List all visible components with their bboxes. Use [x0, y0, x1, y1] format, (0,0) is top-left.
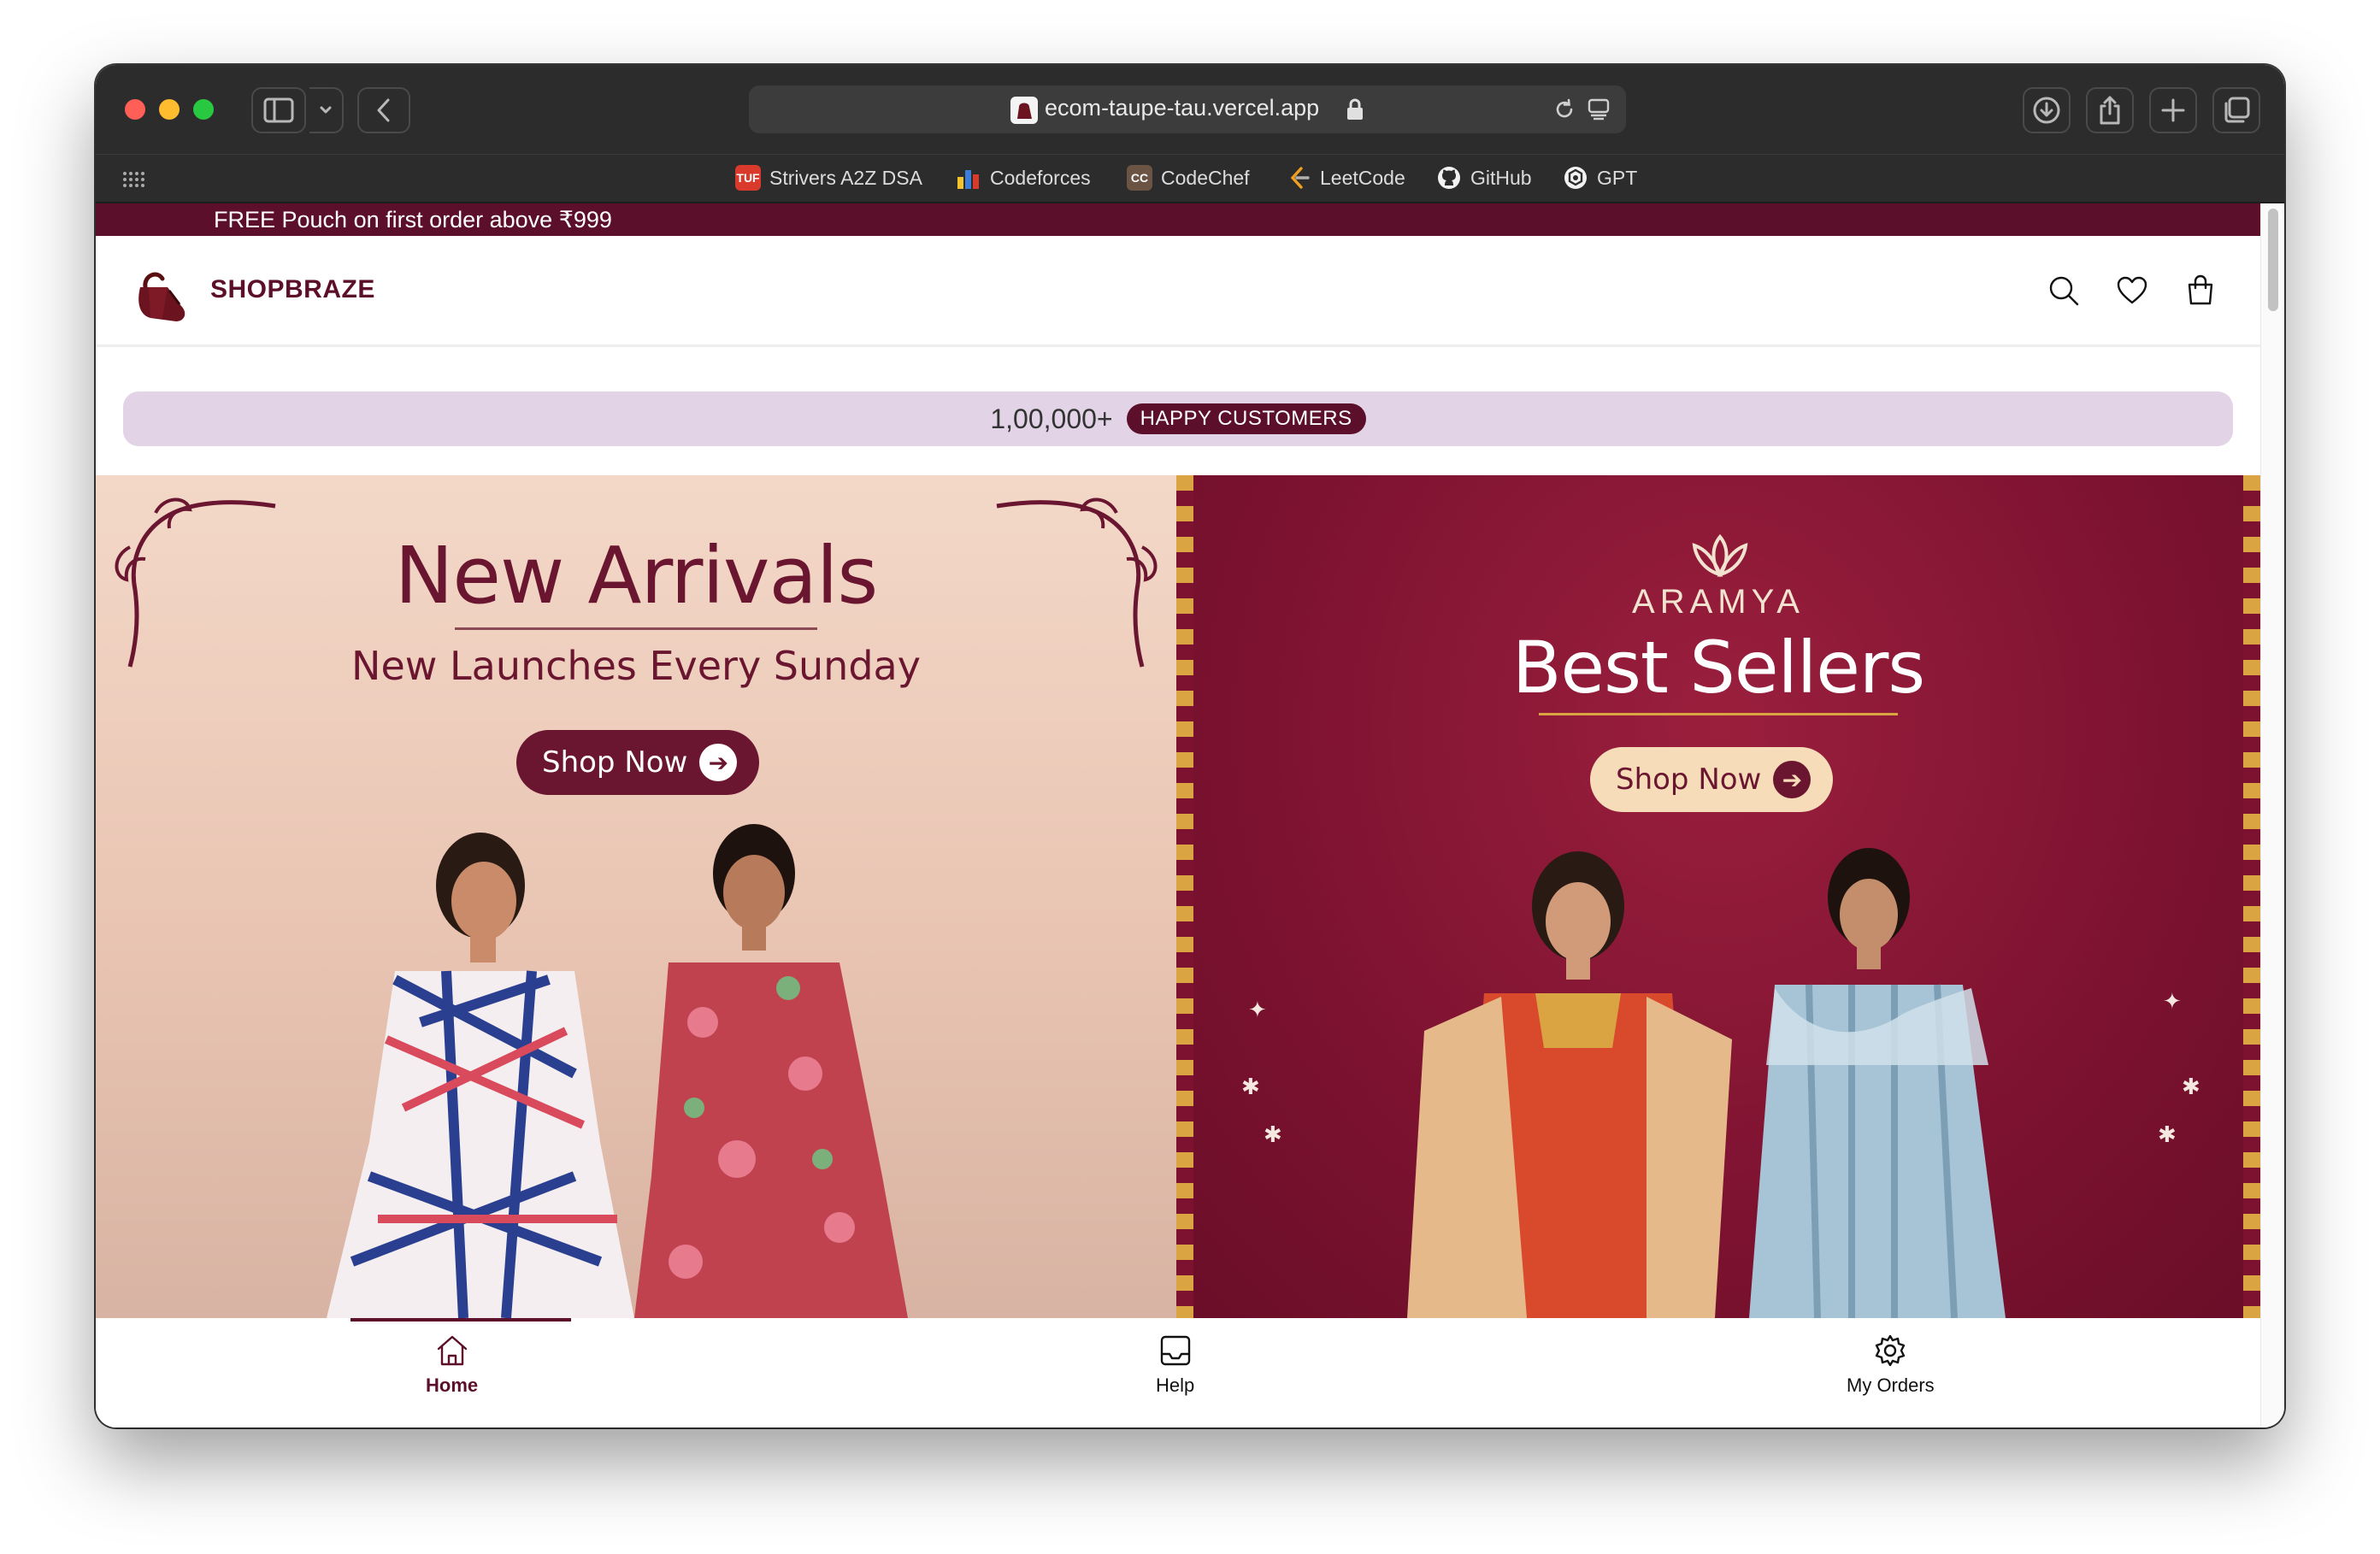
codeforces-icon — [957, 170, 979, 189]
banner-title: New Arrivals — [394, 530, 879, 621]
share-icon — [2100, 96, 2120, 125]
favorite-leetcode[interactable]: LeetCode — [1286, 165, 1405, 191]
nav-label: Home — [426, 1374, 479, 1396]
star-icon: ✱ — [2158, 1121, 2177, 1147]
favorite-label: CodeChef — [1161, 166, 1250, 189]
happy-customers-banner: 1,00,000+ HAPPY CUSTOMERS — [123, 391, 2233, 446]
chevron-down-icon — [320, 106, 332, 114]
reload-icon[interactable] — [1552, 97, 1576, 121]
grid-icon[interactable] — [121, 170, 145, 189]
reader-view-icon[interactable] — [1587, 97, 1611, 121]
favorite-label: GPT — [1597, 166, 1638, 189]
lotus-logo-icon — [1692, 533, 1748, 578]
plus-icon — [2161, 98, 2185, 122]
inbox-icon — [1160, 1335, 1190, 1366]
leetcode-icon — [1290, 167, 1310, 189]
star-icon: ✦ — [1248, 997, 1267, 1022]
sidebar-icon — [263, 97, 294, 123]
page-scrollbar[interactable] — [2260, 203, 2284, 1427]
back-button[interactable] — [357, 87, 410, 133]
minimize-window-button[interactable] — [159, 99, 180, 120]
new-tab-button[interactable] — [2149, 87, 2197, 133]
shopping-bag-icon — [1017, 103, 1032, 119]
tab-group-dropdown[interactable] — [309, 87, 344, 133]
customer-count: 1,00,000+ — [990, 403, 1113, 434]
shopping-bag-logo-icon — [138, 272, 186, 321]
url-text: ecom-taupe-tau.vercel.app — [1045, 95, 1320, 121]
star-icon: ✱ — [2182, 1074, 2200, 1099]
nav-item-help[interactable]: Help — [1156, 1332, 1194, 1397]
models-illustration — [1407, 848, 2006, 1318]
favorites-bar: TUF Strivers A2Z DSA Codeforces CC CodeC… — [96, 154, 2284, 203]
downloads-button[interactable] — [2023, 87, 2071, 133]
best-sellers-banner[interactable]: ARAMYA Best Sellers Shop Now ➔ ✦ ✱ ✱ ✦ ✱… — [1176, 475, 2260, 1318]
shop-now-label: Shop Now — [542, 745, 688, 780]
tuf-icon: TUF — [735, 165, 761, 191]
share-button[interactable] — [2086, 87, 2134, 133]
favorite-gpt[interactable]: GPT — [1563, 165, 1637, 191]
favorite-label: Strivers A2Z DSA — [769, 166, 922, 189]
new-arrivals-banner[interactable]: New Arrivals New Launches Every Sunday S… — [96, 475, 1176, 1318]
codechef-icon: CC — [1127, 165, 1152, 191]
nav-item-home[interactable]: Home — [426, 1332, 478, 1397]
cart-button[interactable] — [2182, 272, 2219, 309]
browser-window: ecom-taupe-tau.vercel.app TUF Strivers A… — [96, 65, 2284, 1427]
favorite-codechef[interactable]: CC CodeChef — [1127, 165, 1250, 191]
models-illustration — [327, 824, 908, 1318]
address-bar[interactable]: ecom-taupe-tau.vercel.app — [749, 85, 1626, 133]
scrollbar-thumb[interactable] — [2268, 209, 2278, 311]
favorite-github[interactable]: GitHub — [1436, 165, 1532, 191]
chevron-left-icon — [377, 98, 390, 122]
promo-text: FREE Pouch on first order above ₹999 — [214, 207, 612, 233]
favorite-label: Codeforces — [990, 166, 1091, 189]
web-content: FREE Pouch on first order above ₹999 SHO… — [96, 203, 2284, 1427]
tabs-icon — [2224, 97, 2250, 123]
nav-item-my-orders[interactable]: My Orders — [1847, 1332, 1935, 1397]
shop-now-label: Shop Now — [1616, 762, 1762, 797]
favorite-codeforces[interactable]: Codeforces — [956, 165, 1091, 191]
site-header: SHOPBRAZE — [96, 236, 2260, 347]
shop-now-button[interactable]: Shop Now ➔ — [1590, 747, 1834, 812]
banner-subtitle: New Launches Every Sunday — [351, 643, 921, 689]
arrow-right-icon: ➔ — [699, 744, 738, 781]
nav-label: My Orders — [1847, 1374, 1935, 1396]
active-tab-indicator — [351, 1318, 571, 1321]
banner-title: Best Sellers — [1511, 626, 1925, 709]
bottom-navigation: Home Help My Orders — [96, 1318, 2260, 1427]
brand-label: ARAMYA — [1632, 583, 1805, 621]
star-icon: ✱ — [1264, 1121, 1282, 1147]
search-icon — [2049, 276, 2079, 306]
nav-label: Help — [1156, 1374, 1195, 1396]
maximize-window-button[interactable] — [193, 99, 214, 120]
shop-now-button[interactable]: Shop Now ➔ — [516, 730, 760, 795]
arrow-right-icon: ➔ — [1773, 761, 1812, 798]
search-button[interactable] — [2045, 272, 2082, 309]
favorite-label: GitHub — [1470, 166, 1532, 189]
github-icon — [1438, 167, 1460, 189]
promo-banner: FREE Pouch on first order above ₹999 — [96, 203, 2260, 236]
sidebar-toggle-button[interactable] — [251, 87, 306, 133]
lock-icon — [1347, 98, 1363, 120]
brand-name[interactable]: SHOPBRAZE — [210, 275, 375, 304]
shopping-bag-icon — [2188, 274, 2213, 305]
download-icon — [2033, 97, 2060, 124]
site-favicon — [1010, 97, 1038, 124]
home-icon — [437, 1335, 467, 1366]
heart-icon — [2117, 276, 2147, 304]
banner-divider — [455, 627, 817, 630]
close-window-button[interactable] — [125, 99, 145, 120]
customers-badge: HAPPY CUSTOMERS — [1126, 403, 1366, 434]
favorite-label: LeetCode — [1320, 166, 1405, 189]
star-icon: ✦ — [2163, 988, 2182, 1014]
brand-logo[interactable] — [128, 262, 190, 323]
tab-overview-button[interactable] — [2212, 87, 2260, 133]
browser-toolbar: ecom-taupe-tau.vercel.app — [96, 65, 2284, 154]
favorite-strivers[interactable]: TUF Strivers A2Z DSA — [735, 165, 922, 191]
gear-icon — [1876, 1334, 1906, 1367]
star-icon: ✱ — [1241, 1074, 1260, 1099]
banner-divider — [1539, 713, 1898, 715]
openai-icon — [1564, 167, 1587, 189]
wishlist-button[interactable] — [2113, 272, 2151, 309]
